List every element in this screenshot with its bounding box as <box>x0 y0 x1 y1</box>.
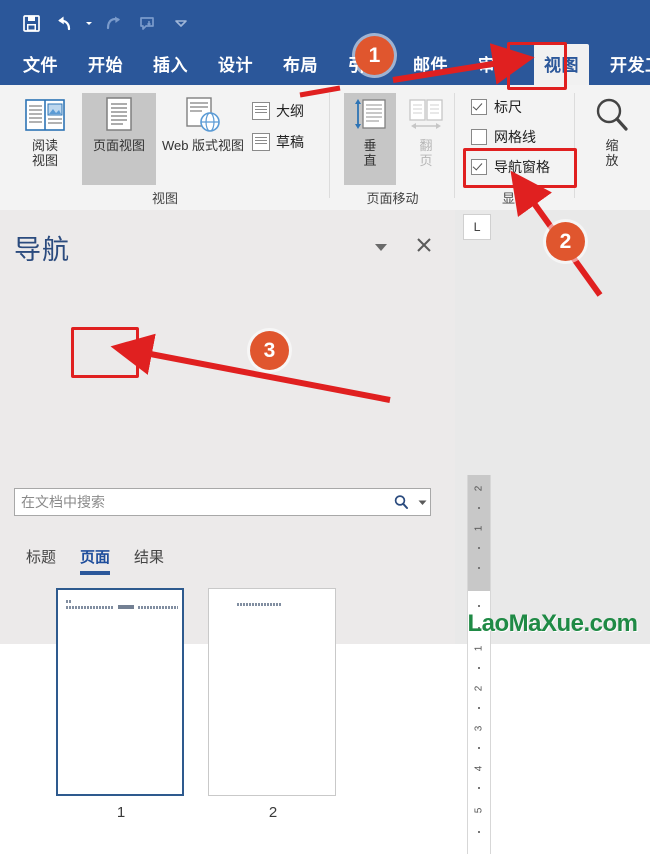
search-options-chevron-down-icon[interactable] <box>414 499 430 506</box>
undo-icon[interactable] <box>48 10 82 36</box>
navigation-pane-title: 导航 <box>14 235 70 265</box>
vertical-scroll-icon <box>351 93 389 139</box>
ribbon-group-views: 阅读 视图 页面视图 Web 版式视图 大纲 草稿 视图 <box>0 85 330 210</box>
web-layout-icon <box>183 93 223 139</box>
checkbox-gridlines[interactable]: 网格线 <box>471 127 536 147</box>
tab-stop-selector[interactable]: L <box>463 214 491 240</box>
ribbon-group-zoom: 缩 放 <box>575 85 650 210</box>
ribbon-group-page-movement: 垂 直 翻 页 页面移动 <box>330 85 455 210</box>
button-draft[interactable]: 草稿 <box>252 132 304 152</box>
checkbox-gridlines-box[interactable] <box>471 129 487 145</box>
zoom-magnifier-icon <box>592 93 632 139</box>
checkbox-ruler-label: 标尺 <box>494 99 522 115</box>
checkbox-ruler-box[interactable] <box>471 99 487 115</box>
page-thumbnail-2-preview[interactable] <box>208 588 336 796</box>
navigation-pane: 导航 在文档中搜索 标题 页面 结果 1 2 <box>0 210 456 821</box>
button-outline[interactable]: 大纲 <box>252 101 304 121</box>
customize-qat-icon[interactable] <box>164 10 198 36</box>
undo-dropdown-icon[interactable] <box>82 10 96 36</box>
annotation-badge-1: 1 <box>355 36 394 75</box>
checkbox-gridlines-label: 网格线 <box>494 129 536 145</box>
quick-access-toolbar <box>14 10 198 36</box>
document-area: L 2 1 1 2 3 4 5 <box>455 210 650 854</box>
group-label-views: 视图 <box>151 191 178 206</box>
ruler-label-3: 3 <box>473 725 485 732</box>
tab-file[interactable]: 文件 <box>14 47 67 85</box>
button-side-to-side-label: 翻 页 <box>419 138 433 168</box>
button-web-layout-label: Web 版式视图 <box>161 138 245 153</box>
ruler-label-m1: 1 <box>473 525 485 532</box>
nav-tab-active-underline <box>80 571 111 575</box>
button-web-layout[interactable]: Web 版式视图 <box>160 93 246 185</box>
tab-insert[interactable]: 插入 <box>144 47 197 85</box>
button-print-layout[interactable]: 页面视图 <box>82 93 156 185</box>
tab-design[interactable]: 设计 <box>209 47 262 85</box>
quick-access-toolbar-bar <box>0 0 650 45</box>
tab-mailings[interactable]: 邮件 <box>404 47 457 85</box>
search-input-placeholder: 在文档中搜索 <box>21 494 105 510</box>
button-zoom-label: 缩 放 <box>605 138 619 168</box>
page-thumbnail-1-number: 1 <box>116 804 126 821</box>
annotation-badge-2: 2 <box>546 222 585 261</box>
button-outline-label: 大纲 <box>276 103 304 119</box>
draft-icon <box>252 133 270 151</box>
annotation-badge-3: 3 <box>250 331 289 370</box>
button-vertical-scroll[interactable]: 垂 直 <box>344 93 396 185</box>
group-label-page-movement: 页面移动 <box>366 191 419 206</box>
button-draft-label: 草稿 <box>276 134 304 150</box>
save-icon[interactable] <box>14 10 48 36</box>
outline-icon <box>252 102 270 120</box>
nav-tab-headings[interactable]: 标题 <box>14 540 68 577</box>
ruler-label-2: 2 <box>473 685 485 692</box>
tab-home[interactable]: 开始 <box>79 47 132 85</box>
group-label-show: 显示 <box>501 191 528 206</box>
page-thumbnail-1-preview[interactable] <box>56 588 184 796</box>
touch-mode-icon <box>130 10 164 36</box>
annotation-box-pages-tab <box>71 327 139 378</box>
nav-tab-results[interactable]: 结果 <box>122 540 176 577</box>
search-icon[interactable] <box>388 494 414 510</box>
button-side-to-side[interactable]: 翻 页 <box>400 93 452 185</box>
nav-tab-results-label: 结果 <box>134 549 165 566</box>
button-read-mode[interactable]: 阅读 视图 <box>12 93 78 185</box>
button-read-mode-label: 阅读 视图 <box>31 138 58 168</box>
chevron-down-icon[interactable] <box>373 240 389 258</box>
vertical-ruler[interactable]: 2 1 1 2 3 4 5 <box>467 475 491 854</box>
nav-tab-pages-label: 页面 <box>80 549 111 566</box>
annotation-box-view-tab <box>507 42 567 90</box>
ruler-label-4: 4 <box>473 765 485 772</box>
button-zoom[interactable]: 缩 放 <box>580 93 644 185</box>
button-vertical-scroll-label: 垂 直 <box>363 138 377 168</box>
ruler-label-1: 1 <box>473 645 485 652</box>
annotation-box-navigation-pane-checkbox <box>463 148 577 188</box>
page-thumbnail-list: 1 2 <box>56 588 338 821</box>
redo-icon <box>96 10 130 36</box>
read-mode-icon <box>24 93 66 139</box>
side-to-side-icon <box>406 93 446 139</box>
nav-tab-headings-label: 标题 <box>26 549 57 566</box>
close-icon[interactable] <box>415 236 433 259</box>
watermark: LaoMaXue.com <box>467 610 638 637</box>
ruler-label-5: 5 <box>473 807 485 814</box>
navigation-pane-tabs: 标题 页面 结果 <box>14 540 176 577</box>
page-thumbnail-1[interactable]: 1 <box>56 588 186 821</box>
print-layout-icon <box>101 93 137 139</box>
search-input[interactable]: 在文档中搜索 <box>14 488 431 516</box>
page-thumbnail-2[interactable]: 2 <box>208 588 338 821</box>
button-print-layout-label: 页面视图 <box>92 138 145 153</box>
tab-developer[interactable]: 开发工具 <box>601 47 650 85</box>
nav-tab-pages[interactable]: 页面 <box>68 540 122 577</box>
page-thumbnail-2-number: 2 <box>268 804 278 821</box>
tab-layout[interactable]: 布局 <box>274 47 327 85</box>
ruler-label-m2: 2 <box>473 485 485 492</box>
checkbox-ruler[interactable]: 标尺 <box>471 97 522 117</box>
word-application-window: 文件 开始 插入 设计 布局 引用 邮件 审阅 视图 开发工具 <box>0 0 650 854</box>
